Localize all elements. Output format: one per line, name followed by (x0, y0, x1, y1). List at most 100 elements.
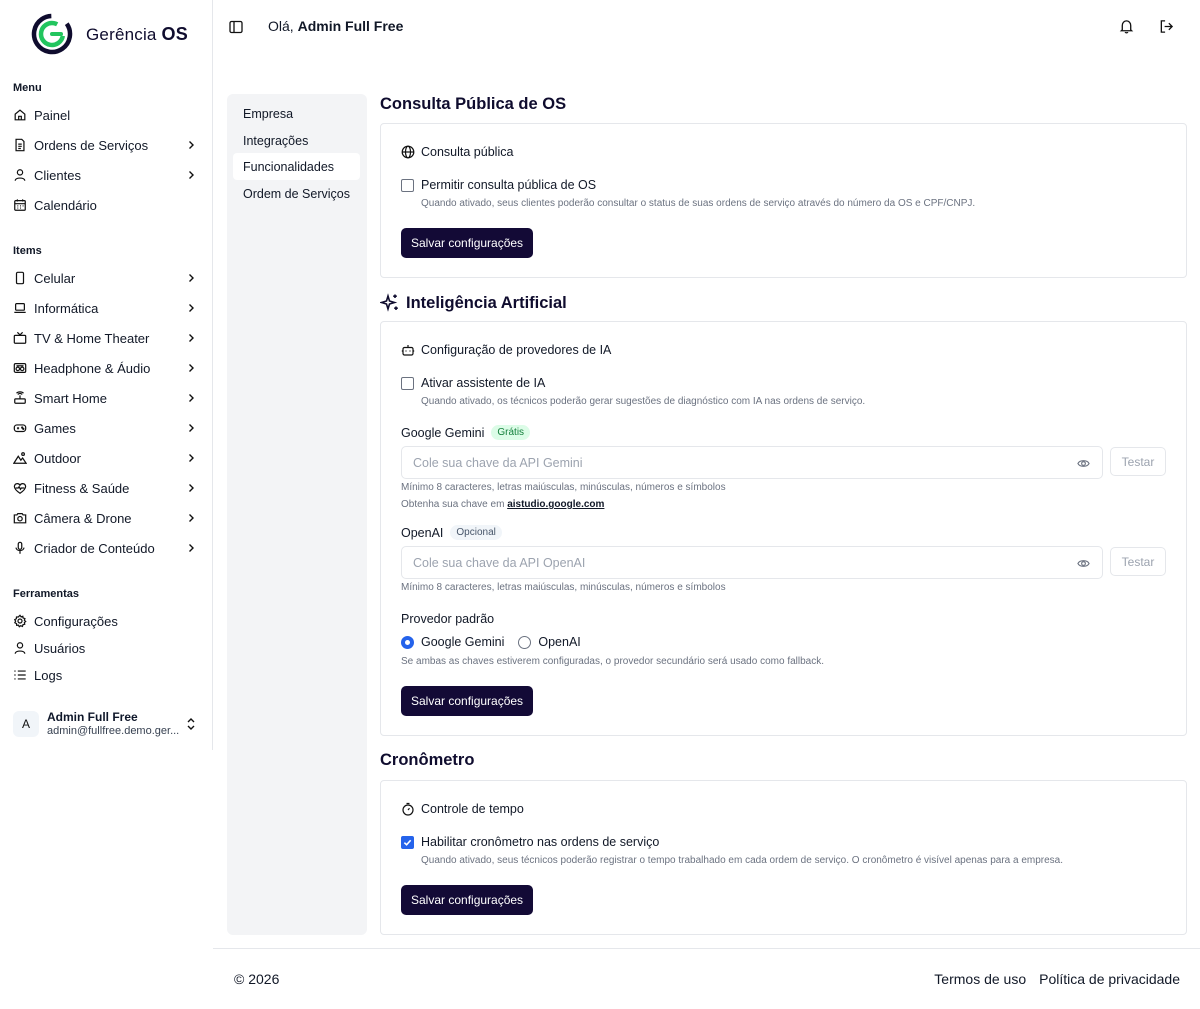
chevron-right-icon (189, 171, 194, 179)
chevron-right-icon (189, 424, 194, 432)
settings-tab-integracoes[interactable]: Integrações (233, 127, 360, 154)
sidebar-item-label: Calendário (34, 197, 97, 213)
gemini-key-source: Obtenha sua chave em aistudio.google.com (401, 499, 604, 510)
sidebar-item-games[interactable]: Games (13, 417, 201, 439)
chevron-right-icon (189, 364, 194, 372)
sidebar-item-label: Fitness & Saúde (34, 480, 130, 496)
gamepad-icon (13, 424, 27, 433)
test-gemini-button[interactable]: Testar (1110, 447, 1166, 476)
card-header: Configuração de provedores de IA (401, 343, 611, 357)
greeting-user-name: Admin Full Free (297, 18, 404, 34)
brand-logo[interactable]: Gerência OS (31, 13, 188, 55)
menu-section-label: Menu (13, 82, 42, 94)
sidebar-item-logs[interactable]: Logs (13, 664, 201, 686)
sidebar-item-label: Usuários (34, 640, 86, 656)
sidebar-item-label: Configurações (34, 613, 118, 629)
sidebar-item-ordens[interactable]: Ordens de Serviços (13, 134, 201, 156)
sidebar-item-label: Clientes (34, 167, 81, 183)
mic-icon (15, 541, 25, 554)
sidebar-item-camera[interactable]: Câmera & Drone (13, 507, 201, 529)
settings-tab-empresa[interactable]: Empresa (233, 100, 360, 127)
timer-checkbox[interactable] (401, 835, 414, 849)
chevron-right-icon (189, 394, 194, 402)
camera-icon (13, 513, 27, 524)
sidebar-item-audio[interactable]: Headphone & Áudio (13, 357, 201, 379)
sidebar-item-configuracoes[interactable]: Configurações (13, 610, 201, 632)
sidebar-item-painel[interactable]: Painel (13, 104, 201, 126)
chevrons-up-down-icon (187, 718, 195, 730)
chevron-right-icon (189, 304, 194, 312)
sidebar-item-usuarios[interactable]: Usuários (13, 637, 201, 659)
logout-icon[interactable] (1159, 19, 1174, 34)
logo-mark-icon (31, 13, 73, 55)
test-openai-button[interactable]: Testar (1110, 547, 1166, 576)
settings-tab-ordem-servicos[interactable]: Ordem de Serviços (233, 180, 360, 207)
save-button[interactable]: Salvar configurações (401, 885, 534, 915)
terms-link[interactable]: Termos de uso (934, 971, 1026, 987)
gemini-label: Google Gemini Grátis (401, 425, 531, 440)
card-title: Controle de tempo (421, 802, 524, 816)
user-menu[interactable]: A Admin Full Free admin@fullfree.demo.ge… (13, 706, 201, 742)
sidebar-item-smart-home[interactable]: Smart Home (13, 387, 201, 409)
timer-icon (402, 802, 414, 816)
sidebar-item-fitness[interactable]: Fitness & Saúde (13, 477, 201, 499)
sidebar-item-label: Headphone & Áudio (34, 360, 151, 376)
timer-checkbox-row[interactable]: Habilitar cronômetro nas ordens de servi… (401, 835, 659, 849)
chevron-right-icon (189, 484, 194, 492)
sidebar-toggle-icon[interactable] (229, 20, 243, 34)
sidebar-item-criador[interactable]: Criador de Conteúdo (13, 537, 201, 559)
settings-tab-funcionalidades[interactable]: Funcionalidades (233, 153, 360, 180)
bell-icon[interactable] (1119, 19, 1134, 34)
greeting: Olá, Admin Full Free (268, 18, 403, 34)
ai-assistant-checkbox[interactable] (401, 376, 414, 390)
home-icon (14, 109, 26, 121)
provider-radio-group: Google Gemini OpenAI (401, 635, 581, 649)
openai-key-input[interactable]: Cole sua chave da API OpenAI (401, 546, 1103, 579)
sidebar-item-tv[interactable]: TV & Home Theater (13, 327, 201, 349)
speaker-icon (13, 363, 27, 373)
radio-gemini[interactable]: Google Gemini (401, 635, 504, 649)
settings-subnav: Empresa Integrações Funcionalidades Orde… (227, 94, 367, 935)
list-icon (14, 670, 26, 680)
radio-label: OpenAI (538, 635, 581, 649)
chevron-right-icon (189, 544, 194, 552)
section-title-ai: Inteligência Artificial (380, 293, 567, 313)
router-icon (14, 391, 26, 404)
avatar: A (13, 711, 39, 737)
card-title: Consulta pública (421, 145, 514, 159)
sparkles-icon (380, 293, 398, 312)
sidebar-item-informatica[interactable]: Informática (13, 297, 201, 319)
sidebar-item-calendario[interactable]: Calendário (13, 194, 201, 216)
sidebar-item-celular[interactable]: Celular (13, 267, 201, 289)
sidebar-item-label: Games (34, 420, 76, 436)
sidebar-item-label: Smart Home (34, 390, 107, 406)
radio-gemini-dot[interactable] (401, 635, 414, 649)
sidebar-item-label: Câmera & Drone (34, 510, 132, 526)
sidebar-item-clientes[interactable]: Clientes (13, 164, 201, 186)
sidebar-item-outdoor[interactable]: Outdoor (13, 447, 201, 469)
field-label-text: Google Gemini (401, 425, 485, 440)
default-provider-label: Provedor padrão (401, 612, 495, 626)
aistudio-link[interactable]: aistudio.google.com (507, 499, 604, 510)
phone-icon (15, 271, 25, 285)
privacy-link[interactable]: Política de privacidade (1039, 971, 1180, 987)
check-icon (403, 839, 412, 846)
radio-openai-dot[interactable] (518, 635, 532, 649)
radio-openai[interactable]: OpenAI (518, 635, 581, 649)
chevron-right-icon (189, 514, 194, 522)
footer-divider (213, 948, 1200, 949)
chevron-right-icon (189, 454, 194, 462)
public-query-checkbox-row[interactable]: Permitir consulta pública de OS (401, 178, 596, 192)
openai-hint: Mínimo 8 caracteres, letras maiúsculas, … (401, 582, 726, 593)
mountain-icon (13, 452, 27, 464)
save-button[interactable]: Salvar configurações (401, 686, 534, 716)
sidebar-item-label: Painel (34, 107, 71, 123)
eye-icon[interactable] (1077, 557, 1090, 570)
save-button[interactable]: Salvar configurações (401, 228, 534, 258)
public-query-checkbox[interactable] (401, 178, 414, 192)
footer-links: Termos de uso Política de privacidade (934, 971, 1180, 987)
gemini-key-input[interactable]: Cole sua chave da API Gemini (401, 446, 1103, 479)
timer-card: Controle de tempo Habilitar cronômetro n… (380, 780, 1187, 935)
ai-assistant-checkbox-row[interactable]: Ativar assistente de IA (401, 376, 545, 390)
eye-icon[interactable] (1077, 457, 1090, 470)
